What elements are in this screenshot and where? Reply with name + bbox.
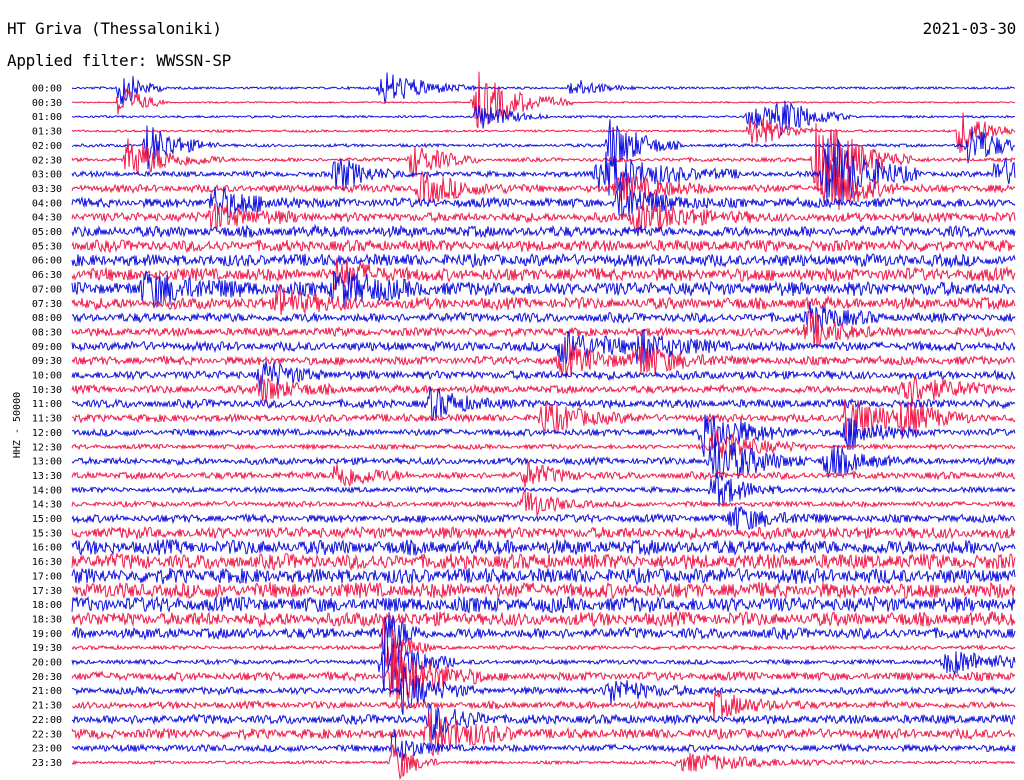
seismic-trace — [71, 123, 1016, 195]
seismic-trace — [71, 490, 1016, 517]
seismic-trace — [71, 538, 1016, 557]
time-tick-label: 17:00 — [32, 571, 62, 582]
time-tick-label: 09:00 — [32, 342, 62, 353]
time-tick-label: 12:30 — [32, 442, 62, 453]
seismic-trace — [71, 301, 1016, 335]
time-tick-label: 23:30 — [32, 758, 62, 769]
time-tick-label: 16:00 — [32, 543, 62, 554]
seismic-trace — [71, 690, 1016, 720]
time-tick-label: 22:00 — [32, 715, 62, 726]
seismic-trace — [71, 239, 1016, 254]
time-tick-label: 18:30 — [32, 614, 62, 625]
time-tick-label: 06:00 — [32, 256, 62, 267]
time-tick-label: 21:00 — [32, 686, 62, 697]
seismic-trace — [71, 617, 1016, 668]
time-tick-label: 10:00 — [32, 371, 62, 382]
time-tick-label: 06:30 — [32, 270, 62, 281]
time-tick-label: 11:30 — [32, 414, 62, 425]
time-tick-label: 03:30 — [32, 184, 62, 195]
time-tick-label: 21:30 — [32, 701, 62, 712]
time-tick-label: 02:30 — [32, 155, 62, 166]
helicorder-plot: 00:00 00:30 01:00 01:30 02:00 02:30 03:00 03:30… — [32, 71, 1016, 780]
seismic-trace — [71, 119, 1016, 172]
seismic-trace — [71, 360, 1016, 392]
time-tick-label: 08:00 — [32, 313, 62, 324]
time-tick-label: 17:30 — [32, 586, 62, 597]
seismic-trace — [71, 581, 1016, 600]
time-tick-label: 18:00 — [32, 600, 62, 611]
time-tick-label: 10:30 — [32, 385, 62, 396]
time-tick-label: 14:30 — [32, 500, 62, 511]
time-tick-label: 13:30 — [32, 471, 62, 482]
seismic-trace — [71, 112, 1016, 154]
time-tick-label: 19:30 — [32, 643, 62, 654]
time-tick-label: 02:00 — [32, 141, 62, 152]
seismic-trace — [71, 610, 1016, 629]
time-tick-label: 03:00 — [32, 170, 62, 181]
time-tick-label: 11:00 — [32, 399, 62, 410]
time-tick-label: 09:30 — [32, 356, 62, 367]
seismic-trace — [71, 566, 1016, 586]
time-tick-label: 13:00 — [32, 457, 62, 468]
time-tick-label: 15:00 — [32, 514, 62, 525]
time-tick-label: 20:30 — [32, 672, 62, 683]
time-tick-label: 23:00 — [32, 744, 62, 755]
time-tick-label: 16:30 — [32, 557, 62, 568]
seismic-trace — [71, 283, 1016, 315]
time-tick-label: 05:00 — [32, 227, 62, 238]
time-tick-label: 04:30 — [32, 213, 62, 224]
seismic-trace — [71, 643, 1016, 704]
seismic-trace — [71, 595, 1016, 614]
seismic-trace — [71, 223, 1016, 239]
time-tick-label: 04:00 — [32, 198, 62, 209]
time-tick-label: 14:00 — [32, 485, 62, 496]
time-tick-label: 15:30 — [32, 528, 62, 539]
time-tick-label: 19:00 — [32, 629, 62, 640]
time-tick-label: 05:30 — [32, 241, 62, 252]
seismic-trace — [71, 71, 1016, 129]
seismic-trace — [71, 553, 1016, 572]
time-tick-label: 01:30 — [32, 127, 62, 138]
time-tick-label: 22:30 — [32, 729, 62, 740]
time-tick-label: 07:00 — [32, 284, 62, 295]
seismic-trace — [71, 525, 1016, 541]
seismic-trace — [71, 252, 1016, 269]
time-tick-label: 12:00 — [32, 428, 62, 439]
time-tick-label: 01:00 — [32, 112, 62, 123]
time-tick-label: 00:00 — [32, 84, 62, 95]
time-tick-label: 07:30 — [32, 299, 62, 310]
time-tick-label: 00:30 — [32, 98, 62, 109]
time-tick-label: 08:30 — [32, 327, 62, 338]
time-tick-label: 20:00 — [32, 658, 62, 669]
